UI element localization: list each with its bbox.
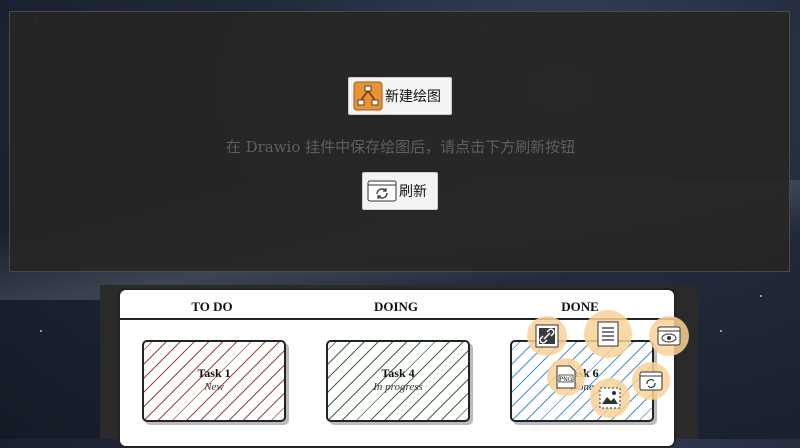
svg-text:PNG: PNG	[560, 376, 573, 383]
drawio-logo-icon	[353, 81, 383, 111]
refresh-label: 刷新	[399, 184, 427, 200]
task-title: Task 4	[381, 366, 415, 380]
column-header-todo: TO DO	[191, 299, 233, 314]
drawio-widget-panel: 新建绘图 在 Drawio 挂件中保存绘图后，请点击下方刷新按钮 刷新	[9, 11, 790, 272]
list-icon[interactable]	[584, 310, 632, 358]
new-drawing-button[interactable]: 新建绘图	[348, 77, 452, 115]
task-status: In progress	[373, 381, 423, 393]
refresh-icon[interactable]	[632, 362, 670, 400]
png-export-icon[interactable]: PNG	[547, 358, 585, 396]
task-card: Task 4 In progress	[326, 340, 470, 422]
new-drawing-label: 新建绘图	[385, 89, 441, 105]
column-header-doing: DOING	[373, 299, 419, 314]
refresh-button[interactable]: 刷新	[362, 172, 438, 210]
save-hint-text: 在 Drawio 挂件中保存绘图后，请点击下方刷新按钮	[225, 138, 576, 156]
column-header-done: DONE	[561, 299, 599, 314]
task-title: Task 1	[197, 366, 231, 380]
refresh-window-icon	[367, 176, 397, 206]
image-select-icon[interactable]	[590, 378, 630, 418]
link-icon[interactable]	[527, 316, 567, 356]
kanban-board: TO DO DOING DONE Task 1 New Task 4 In pr…	[118, 288, 676, 448]
task-card: Task 1 New	[142, 340, 286, 422]
preview-icon[interactable]	[649, 316, 689, 356]
task-status: New	[204, 381, 224, 393]
